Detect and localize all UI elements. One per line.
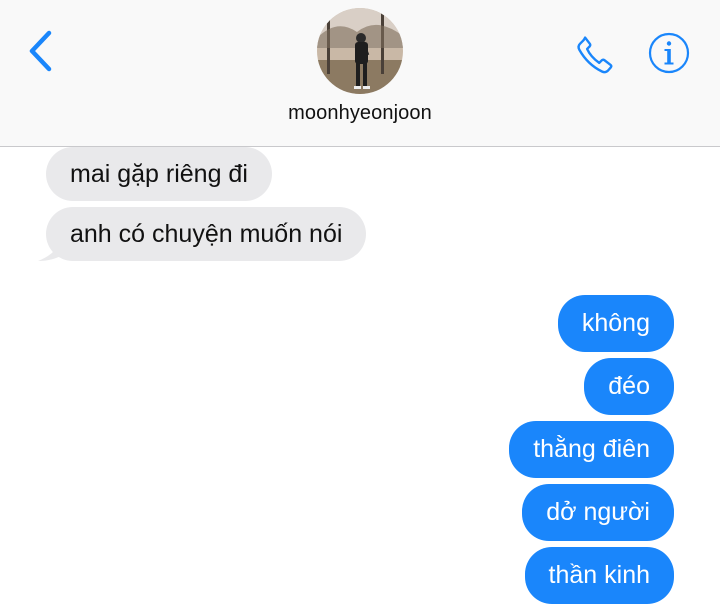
back-button[interactable]: [22, 28, 58, 74]
outgoing-message-bubble[interactable]: thằng điên: [509, 421, 674, 478]
message-text: thằng điên: [533, 435, 650, 463]
info-button[interactable]: [647, 31, 691, 75]
info-icon: [648, 32, 690, 74]
message-thread[interactable]: mai gặp riêng đi anh có chuyện muốn nói …: [0, 147, 720, 607]
conversation-header: moonhyeonjoon: [0, 0, 720, 147]
message-text: đéo: [608, 372, 650, 400]
outgoing-message-bubble[interactable]: đéo: [584, 358, 674, 415]
message-text: thần kinh: [548, 561, 650, 589]
chevron-left-icon: [29, 30, 52, 72]
incoming-message-bubble[interactable]: anh có chuyện muốn nói: [46, 207, 367, 261]
contact-name[interactable]: moonhyeonjoon: [0, 102, 720, 125]
message-text: anh có chuyện muốn nói: [70, 219, 343, 248]
incoming-message-bubble[interactable]: mai gặp riêng đi: [46, 147, 272, 201]
outgoing-message-bubble[interactable]: không: [557, 295, 674, 352]
message-text: không: [581, 309, 650, 337]
outgoing-message-bubble[interactable]: dở người: [522, 484, 674, 541]
incoming-bubble-tail: [38, 239, 66, 261]
message-text: mai gặp riêng đi: [70, 159, 248, 188]
outgoing-message-bubble[interactable]: thần kinh: [524, 547, 674, 604]
avatar-photo: [317, 8, 403, 94]
call-button[interactable]: [570, 30, 620, 80]
avatar[interactable]: [317, 8, 403, 94]
message-text: dở người: [546, 498, 650, 526]
phone-icon: [577, 36, 613, 74]
